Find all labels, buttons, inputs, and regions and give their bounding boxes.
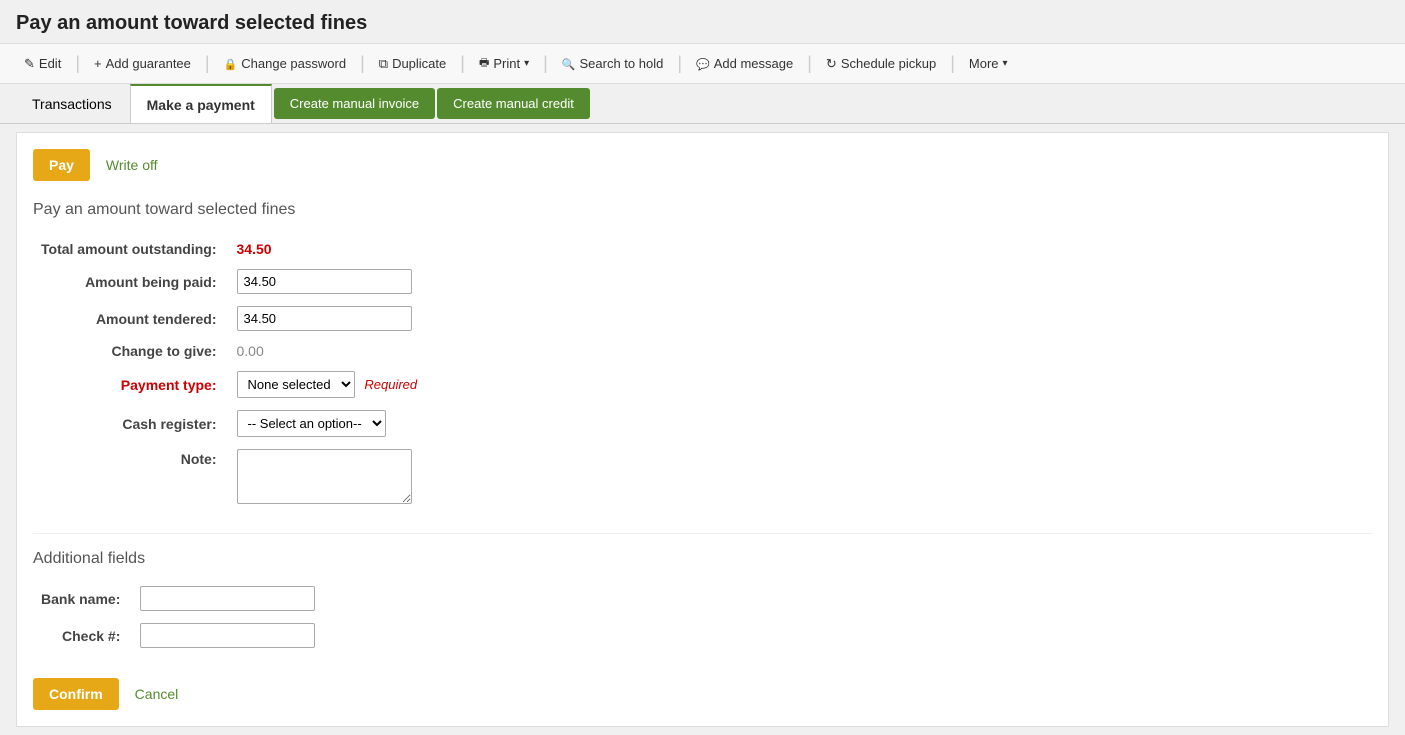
cash-register-select[interactable]: -- Select an option--	[237, 410, 386, 437]
sep1: |	[75, 53, 80, 74]
sep3: |	[360, 53, 365, 74]
edit-button[interactable]: Edit	[16, 52, 69, 76]
action-bar: Pay Write off	[33, 149, 1372, 181]
check-num-row: Check #:	[33, 617, 323, 654]
payment-form: Total amount outstanding: 34.50 Amount b…	[33, 235, 425, 513]
page-title: Pay an amount toward selected fines	[16, 12, 1389, 35]
schedule-pickup-button[interactable]: Schedule pickup	[818, 52, 944, 76]
bottom-actions: Confirm Cancel	[33, 678, 1372, 710]
bank-name-label: Bank name:	[33, 580, 132, 617]
tab-create-credit[interactable]: Create manual credit	[437, 88, 590, 119]
main-content: Pay Write off Pay an amount toward selec…	[16, 132, 1389, 727]
required-text: Required	[364, 377, 417, 392]
form-section-title: Pay an amount toward selected fines	[33, 201, 1372, 219]
amount-tendered-row: Amount tendered:	[33, 300, 425, 337]
tab-transactions[interactable]: Transactions	[16, 84, 128, 123]
note-input[interactable]	[237, 449, 412, 504]
pencil-icon	[24, 56, 35, 72]
payment-type-select[interactable]: None selected Cash Check Credit card Deb…	[237, 371, 355, 398]
search-icon	[562, 56, 576, 71]
amount-tendered-label: Amount tendered:	[33, 300, 229, 337]
change-to-give-row: Change to give: 0.00	[33, 337, 425, 365]
bank-name-row: Bank name:	[33, 580, 323, 617]
page-header: Pay an amount toward selected fines	[0, 0, 1405, 43]
additional-fields-title: Additional fields	[33, 533, 1372, 568]
cash-register-row: Cash register: -- Select an option--	[33, 404, 425, 443]
amount-being-paid-row: Amount being paid:	[33, 263, 425, 300]
copy-icon	[379, 56, 388, 72]
payment-type-row: Payment type: None selected Cash Check C…	[33, 365, 425, 404]
add-message-button[interactable]: Add message	[688, 52, 801, 75]
write-off-button[interactable]: Write off	[98, 153, 166, 177]
total-outstanding-row: Total amount outstanding: 34.50	[33, 235, 425, 263]
lock-icon	[224, 56, 238, 71]
note-label: Note:	[33, 443, 229, 513]
sep4: |	[460, 53, 465, 74]
sep2: |	[205, 53, 210, 74]
more-button[interactable]: More	[961, 52, 1016, 75]
cancel-button[interactable]: Cancel	[127, 682, 187, 706]
tab-make-payment[interactable]: Make a payment	[130, 84, 272, 123]
search-to-hold-button[interactable]: Search to hold	[554, 52, 672, 75]
sep7: |	[807, 53, 812, 74]
check-num-label: Check #:	[33, 617, 132, 654]
toolbar: Edit | Add guarantee | Change password |…	[0, 43, 1405, 84]
change-password-button[interactable]: Change password	[216, 52, 355, 75]
amount-being-paid-label: Amount being paid:	[33, 263, 229, 300]
bank-name-input[interactable]	[140, 586, 315, 611]
sep6: |	[677, 53, 682, 74]
pay-button[interactable]: Pay	[33, 149, 90, 181]
sep8: |	[950, 53, 955, 74]
confirm-button[interactable]: Confirm	[33, 678, 119, 710]
print-icon	[479, 54, 489, 73]
plus-icon	[94, 56, 102, 71]
add-guarantee-button[interactable]: Add guarantee	[86, 52, 199, 75]
tabs-bar: Transactions Make a payment Create manua…	[0, 84, 1405, 124]
additional-fields-form: Bank name: Check #:	[33, 580, 323, 654]
message-icon	[696, 56, 710, 71]
tab-create-invoice[interactable]: Create manual invoice	[274, 88, 435, 119]
cash-register-label: Cash register:	[33, 404, 229, 443]
sep5: |	[543, 53, 548, 74]
payment-type-label: Payment type:	[33, 365, 229, 404]
refresh-icon	[826, 56, 837, 72]
amount-tendered-input[interactable]	[237, 306, 412, 331]
duplicate-button[interactable]: Duplicate	[371, 52, 455, 76]
note-row: Note:	[33, 443, 425, 513]
print-button[interactable]: Print	[471, 50, 537, 77]
change-to-give-value: 0.00	[237, 343, 264, 359]
total-outstanding-value: 34.50	[237, 241, 272, 257]
total-outstanding-label: Total amount outstanding:	[33, 235, 229, 263]
amount-being-paid-input[interactable]	[237, 269, 412, 294]
change-to-give-label: Change to give:	[33, 337, 229, 365]
check-num-input[interactable]	[140, 623, 315, 648]
